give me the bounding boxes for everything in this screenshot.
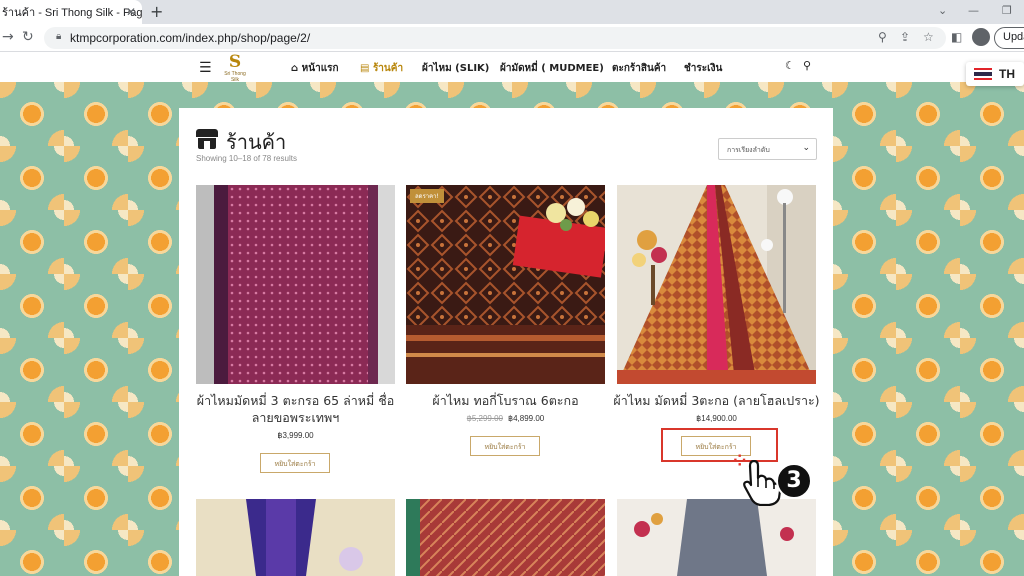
url-text[interactable]: ktmpcorporation.com/index.php/shop/page/… bbox=[70, 31, 310, 45]
product-image[interactable] bbox=[617, 185, 816, 384]
product-name[interactable]: ผ้าไหม ทอกี่โบราณ 6ตะกอ bbox=[396, 392, 615, 409]
sidepanel-icon[interactable]: ◧ bbox=[951, 30, 962, 44]
product-image[interactable]: ลดราคา! bbox=[406, 185, 605, 384]
highlight-box bbox=[661, 428, 778, 462]
product-image[interactable] bbox=[617, 499, 816, 576]
bookmark-star-icon[interactable]: ☆ bbox=[923, 30, 934, 44]
new-tab-button[interactable]: + bbox=[150, 2, 163, 21]
nav-item-checkout[interactable]: ชำระเงิน bbox=[684, 61, 722, 76]
lock-icon: 🔒︎ bbox=[56, 31, 62, 42]
browser-tab-bar: ร้านค้า - Sri Thong Silk - Page 2 ✕ + ⌄ … bbox=[0, 0, 1024, 24]
sort-label: การเรียงลำดับ bbox=[727, 146, 770, 154]
product-name[interactable]: ผ้าไหมมัดหมี่ 3 ตะกรอ 65 ล่าหมี่ ชื่อลาย… bbox=[186, 392, 405, 426]
maximize-icon[interactable]: ❐ bbox=[1002, 4, 1012, 17]
home-icon: ⌂ bbox=[291, 63, 299, 74]
product-image[interactable] bbox=[406, 499, 605, 576]
nav-label: หน้าแรก bbox=[301, 63, 339, 74]
nav-label: ร้านค้า bbox=[372, 63, 404, 74]
add-to-cart-button[interactable]: หยิบใส่ตะกร้า bbox=[260, 453, 330, 473]
product-image[interactable] bbox=[196, 499, 395, 576]
sale-price: ฿4,899.00 bbox=[508, 414, 545, 423]
nav-item-home[interactable]: ⌂ หน้าแรก bbox=[291, 61, 339, 76]
share-icon[interactable]: ⇪ bbox=[900, 30, 910, 44]
profile-avatar[interactable] bbox=[972, 28, 990, 46]
store-icon bbox=[196, 129, 218, 149]
store-icon: ▤ bbox=[360, 63, 370, 74]
tab-title: ร้านค้า - Sri Thong Silk - Page 2 bbox=[2, 7, 142, 19]
nav-item-cart[interactable]: ตะกร้าสินค้า bbox=[612, 61, 666, 76]
close-tab-icon[interactable]: ✕ bbox=[126, 5, 136, 19]
minimize-icon[interactable]: — bbox=[968, 4, 979, 17]
language-code: TH bbox=[999, 67, 1015, 81]
nav-item-silk[interactable]: ผ้าไหม (SLIK) bbox=[422, 61, 489, 76]
nav-item-mudmee[interactable]: ผ้ามัดหมี่ ( MUDMEE) bbox=[500, 61, 604, 76]
step-number-badge: 3 bbox=[776, 463, 812, 499]
result-count: Showing 10–18 of 78 results bbox=[196, 154, 297, 163]
product-price: ฿14,900.00 bbox=[696, 414, 737, 423]
site-logo[interactable]: S Sri Thong Silk bbox=[221, 52, 249, 84]
thai-flag-icon bbox=[974, 68, 992, 80]
product-name[interactable]: ผ้าไหม มัดหมี่ 3ตะกอ (ลายโฮลเปราะ) bbox=[607, 392, 826, 409]
tab-search-icon[interactable]: ⌄ bbox=[938, 4, 947, 17]
dark-mode-icon[interactable]: ☾ bbox=[785, 59, 795, 72]
logo-letter: S bbox=[228, 52, 242, 72]
product-price: ฿3,999.00 bbox=[277, 431, 314, 440]
forward-icon[interactable]: → bbox=[2, 29, 14, 45]
reload-icon[interactable]: ↻ bbox=[22, 29, 34, 45]
language-switcher[interactable]: TH bbox=[966, 62, 1024, 86]
nav-item-shop[interactable]: ▤ ร้านค้า bbox=[360, 61, 403, 76]
product-image[interactable] bbox=[196, 185, 395, 384]
chevron-down-icon: ⌄ bbox=[802, 143, 810, 153]
add-to-cart-button[interactable]: หยิบใส่ตะกร้า bbox=[470, 436, 540, 456]
sale-badge: ลดราคา! bbox=[410, 189, 444, 203]
address-bar-row: → ↻ 🔒︎ ktmpcorporation.com/index.php/sho… bbox=[0, 24, 1024, 52]
old-price: ฿5,299.00 bbox=[466, 414, 503, 423]
search-icon[interactable]: ⚲ bbox=[803, 59, 811, 72]
product-price: ฿5,299.00 ฿4,899.00 bbox=[406, 414, 605, 423]
site-header: ☰ S Sri Thong Silk ⌂ หน้าแรก ▤ ร้านค้า ผ… bbox=[0, 52, 1024, 84]
update-button[interactable]: Updat bbox=[994, 27, 1024, 49]
sort-dropdown[interactable]: การเรียงลำดับ ⌄ bbox=[718, 138, 817, 160]
browser-tab[interactable]: ร้านค้า - Sri Thong Silk - Page 2 ✕ bbox=[0, 0, 142, 24]
shop-panel: ร้านค้า Showing 10–18 of 78 results การเ… bbox=[179, 108, 833, 576]
address-bar[interactable]: 🔒︎ ktmpcorporation.com/index.php/shop/pa… bbox=[44, 27, 946, 49]
zoom-icon[interactable]: ⚲ bbox=[878, 30, 887, 44]
hamburger-menu-icon[interactable]: ☰ bbox=[199, 60, 212, 76]
